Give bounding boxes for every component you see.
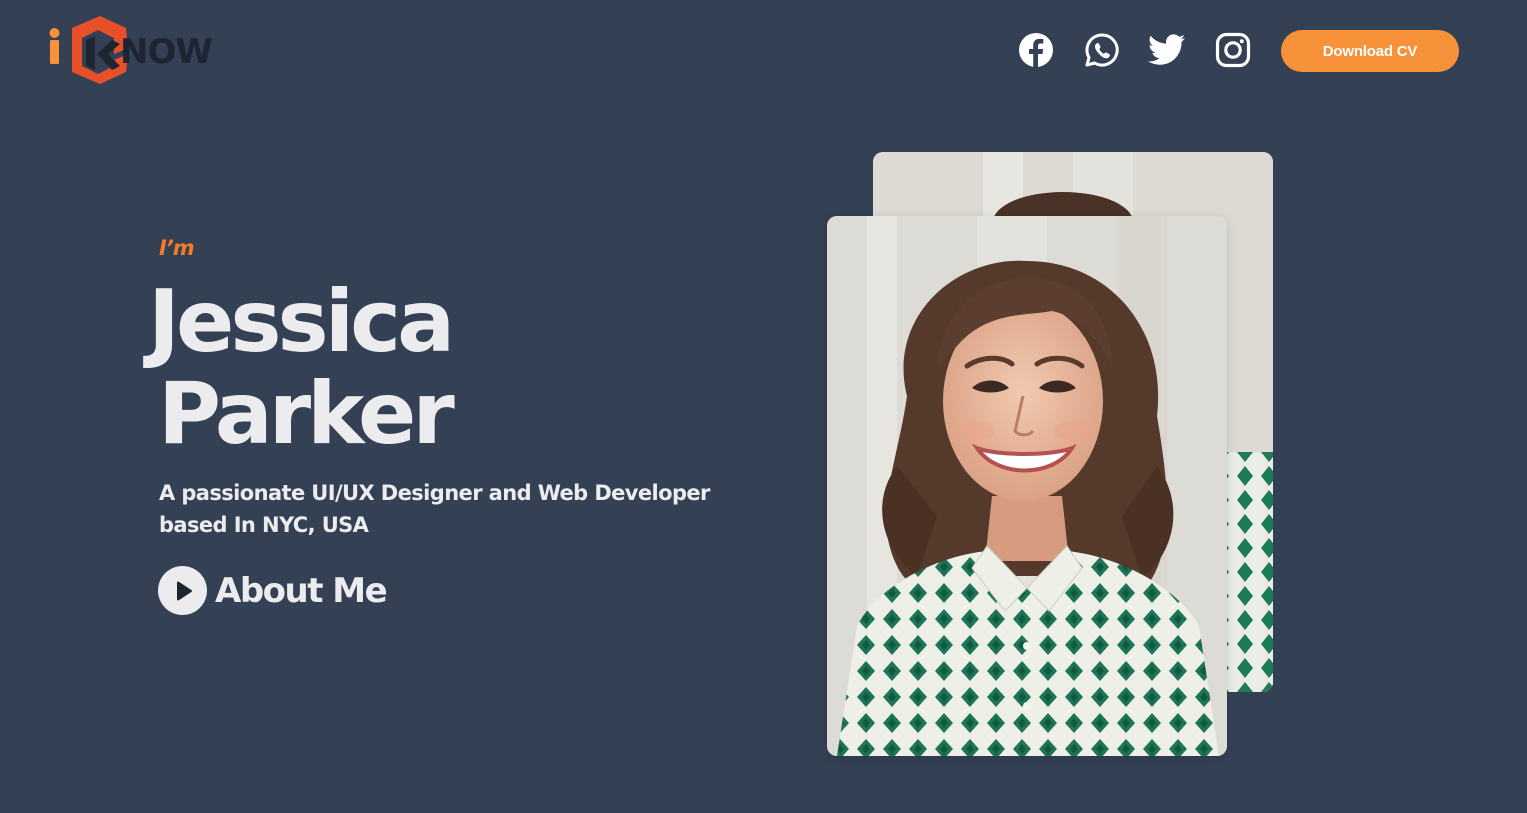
svg-text:NOW: NOW — [120, 32, 212, 72]
play-icon[interactable] — [158, 566, 207, 615]
tagline-line-2: based In NYC, USA — [159, 513, 369, 537]
about-me-button[interactable]: About Me — [158, 566, 388, 615]
profile-photo — [827, 216, 1227, 756]
twitter-icon[interactable] — [1148, 31, 1186, 69]
site-logo[interactable]: NOW — [48, 14, 228, 86]
last-name: Parker — [158, 364, 455, 464]
download-cv-button[interactable]: Download CV — [1281, 30, 1459, 72]
intro-text: I’m — [159, 236, 195, 260]
about-me-label: About Me — [215, 570, 388, 611]
instagram-icon[interactable] — [1214, 31, 1252, 69]
tagline-line-1: A passionate UI/UX Designer and Web Deve… — [159, 481, 710, 505]
whatsapp-icon[interactable] — [1083, 31, 1121, 69]
hero-tagline: A passionate UI/UX Designer and Web Deve… — [159, 477, 759, 541]
page: NOW Download CV I’m Jessica Parker A pas… — [0, 0, 1527, 813]
first-name: Jessica — [148, 272, 455, 372]
facebook-icon[interactable] — [1017, 31, 1055, 69]
hero-name: Jessica Parker — [148, 272, 455, 464]
